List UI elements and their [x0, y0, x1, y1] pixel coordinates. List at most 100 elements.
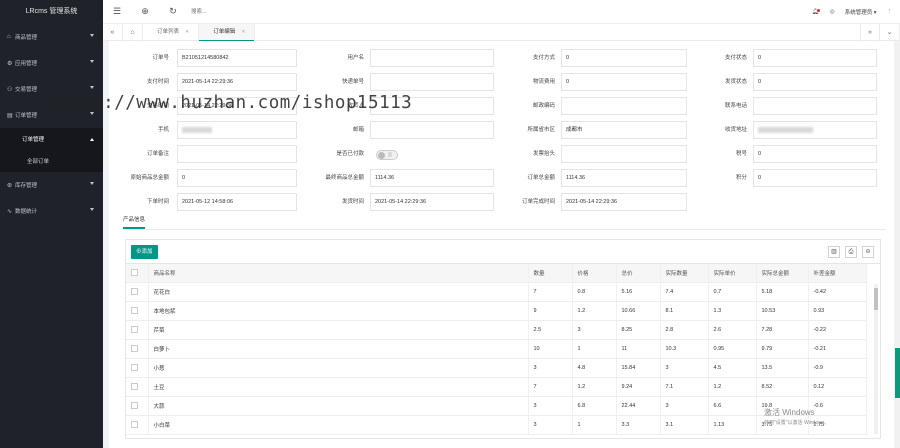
field-input[interactable] [177, 121, 297, 139]
field-input[interactable]: 0 [561, 73, 687, 91]
close-icon[interactable]: ✕ [185, 29, 189, 35]
tabs-left-icon[interactable]: « [103, 23, 123, 41]
row-checkbox[interactable] [131, 345, 138, 352]
row-checkbox[interactable] [131, 364, 138, 371]
field-input[interactable]: 成都市 [561, 121, 687, 139]
search-input[interactable] [187, 4, 247, 19]
table-cell: 8.1 [660, 301, 709, 321]
field-input[interactable] [753, 121, 877, 139]
row-checkbox[interactable] [131, 307, 138, 314]
home-icon[interactable]: ⌂ [123, 23, 143, 41]
more-icon[interactable]: ⋮ [887, 9, 893, 15]
row-checkbox[interactable] [131, 288, 138, 295]
row-checkbox[interactable] [131, 383, 138, 390]
row-select-cell [126, 415, 149, 435]
select-all-checkbox[interactable] [131, 269, 138, 277]
field-input[interactable]: 2021-05-12 14:58:06 [177, 193, 297, 211]
sidebar-item-1[interactable]: ⚙ 应用管理 [0, 50, 103, 76]
table-cell: 8.25 [616, 320, 661, 340]
globe-icon[interactable]: ⊕ [131, 6, 159, 17]
field-input[interactable] [370, 121, 494, 139]
field-value: 0 [182, 175, 186, 181]
menu-toggle-icon[interactable]: ☰ [103, 6, 131, 17]
field-input[interactable]: 2021-05-14 22:29:36 [177, 73, 297, 91]
table-row[interactable]: 小葱 3 4.8 15.84 3 4.5 13.5 -0.9 [126, 358, 867, 378]
field-input[interactable]: 0 [177, 169, 297, 187]
field-input[interactable]: 2021-05-14 22:29:36 [370, 193, 494, 211]
column-header[interactable]: 价格 [572, 264, 617, 283]
column-header[interactable]: 实际总金额 [756, 264, 809, 283]
field-input[interactable]: 2021-05-14 22:29:36 [561, 193, 687, 211]
column-header[interactable]: 商品名称 [148, 264, 529, 283]
field-input[interactable]: 0 [753, 49, 877, 67]
field-value: 2021-05-14 22:29:36 [182, 79, 234, 85]
submenu-orders[interactable]: 订单管理 [0, 128, 103, 150]
user-menu[interactable]: 系统管理员 ▾ [845, 8, 877, 16]
chevron-down-icon[interactable]: ⌄ [880, 24, 900, 41]
sidebar-item-0-b[interactable]: ⊛ 库存管理 [0, 172, 103, 198]
section-tab-product-info[interactable]: 产品信息 [123, 215, 146, 229]
field-label: 订单总金额 [527, 175, 555, 181]
table-cell: 3 [660, 396, 709, 416]
page-scrollbar-thumb[interactable] [895, 348, 900, 398]
submenu-all-orders[interactable]: 全部订单 [0, 150, 103, 172]
tab-order-list[interactable]: 订单列表 ✕ [143, 23, 200, 41]
tab-order-edit[interactable]: 订单编辑 ✕ [199, 23, 256, 42]
table-row[interactable]: 土豆 7 1.2 9.24 7.1 1.2 8.52 0.12 [126, 377, 867, 397]
theme-icon[interactable]: ◎ [830, 9, 835, 15]
sidebar-item-0[interactable]: ⌂ 商品管理 [0, 24, 103, 50]
sidebar-item-1-b[interactable]: ∿ 数据统计 [0, 198, 103, 224]
table-row[interactable]: 花花白 7 0.8 5.16 7.4 0.7 5.18 -0.42 [126, 282, 867, 302]
table-row[interactable]: 白萝卜 10 1 11 10.3 0.95 9.79 -0.21 [126, 339, 867, 359]
close-icon[interactable]: ✕ [241, 29, 245, 35]
field-input[interactable]: 否 [370, 145, 494, 163]
row-select-cell [126, 358, 149, 378]
sidebar-item-label: 交易管理 [15, 87, 38, 93]
field-input[interactable] [561, 145, 687, 163]
export-icon[interactable]: ⎙ [845, 246, 857, 258]
columns-icon[interactable]: ▥ [828, 246, 840, 258]
column-header[interactable]: 数量 [528, 264, 573, 283]
table-cell: 7 [528, 282, 573, 302]
bell-icon[interactable]: 🔔︎ [812, 9, 820, 15]
column-header[interactable]: 补差金额 [808, 264, 867, 283]
table-row[interactable]: 小白菜 3 1 3.3 3.1 1.13 3.75 2.75 [126, 415, 867, 435]
notification-dot [816, 9, 820, 12]
page-scrollbar[interactable] [895, 43, 900, 448]
table-header-row: 商品名称 数量 价格 总价 实际数量 实际单价 实际总金额 补差金额 [126, 264, 867, 283]
table-row[interactable]: 大蒜 3 6.8 22.44 3 6.6 19.8 -0.6 [126, 396, 867, 416]
tabs-right-icon[interactable]: » [860, 24, 880, 41]
form-row: 原始商品总金额 0 最终商品总金额 1114.36 订单总金额 1114.36 积分 0 [109, 167, 894, 189]
refresh-icon[interactable]: ↻ [159, 6, 187, 17]
table-row[interactable]: 芹菜 2.5 3 8.25 2.8 2.6 7.28 -0.22 [126, 320, 867, 340]
table-cell: 3 [528, 415, 573, 435]
field-input[interactable]: B21051214580842 [177, 49, 297, 67]
table-row[interactable]: 本地包浆 9 1.2 10.66 8.1 1.3 10.53 0.93 [126, 301, 867, 321]
column-header[interactable]: 实际单价 [708, 264, 757, 283]
table-cell: 6.8 [572, 396, 617, 416]
tab-label: 订单列表 [157, 28, 180, 35]
field-input[interactable]: 0 [753, 169, 877, 187]
field-input[interactable] [370, 73, 494, 91]
field-input[interactable] [561, 97, 687, 115]
field-input[interactable] [753, 97, 877, 115]
field-input[interactable] [370, 49, 494, 67]
row-checkbox[interactable] [131, 421, 138, 428]
column-header[interactable]: 实际数量 [660, 264, 709, 283]
row-checkbox[interactable] [131, 326, 138, 333]
field-input[interactable] [177, 145, 297, 163]
paid-toggle[interactable]: 否 [376, 150, 398, 160]
field-input[interactable]: 0 [753, 73, 877, 91]
grid-scrollbar[interactable] [874, 284, 878, 434]
field-value: 1114.36 [566, 175, 586, 181]
field-value: 0 [566, 79, 570, 85]
add-button[interactable]: ⊕添加 [131, 245, 158, 259]
print-icon[interactable]: ⊖ [862, 246, 874, 258]
row-checkbox[interactable] [131, 402, 138, 409]
grid-scrollbar-thumb[interactable] [874, 288, 878, 310]
field-input[interactable]: 1114.36 [561, 169, 687, 187]
field-input[interactable]: 0 [561, 49, 687, 67]
field-input[interactable]: 1114.36 [370, 169, 494, 187]
field-input[interactable]: 0 [753, 145, 877, 163]
column-header[interactable]: 总价 [616, 264, 661, 283]
